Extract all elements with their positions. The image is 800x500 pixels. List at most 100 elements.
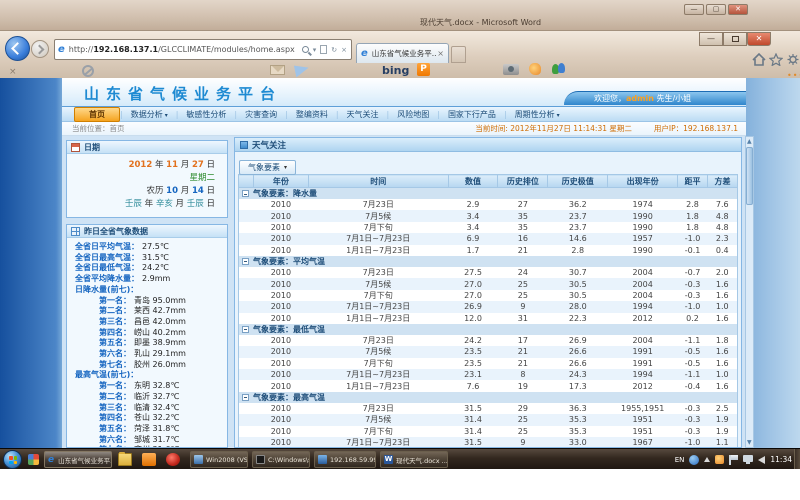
- player-icon[interactable]: P: [417, 63, 430, 76]
- nav-item-2[interactable]: 数据分析▾: [123, 108, 176, 121]
- stat-line: 全省日最低气温：24.2℃: [75, 263, 227, 274]
- table-cell: -0.1: [678, 245, 708, 256]
- table-cell: 31.5: [448, 437, 498, 448]
- close-sidebar-icon[interactable]: ×: [9, 67, 17, 77]
- stat-value: 31.5℃: [142, 253, 169, 262]
- rank-label: 第三名：: [99, 317, 131, 326]
- network-status-icon[interactable]: [743, 455, 753, 464]
- table-cell: 21: [498, 245, 548, 256]
- table-cell: [239, 437, 254, 448]
- close-icon[interactable]: ✕: [747, 32, 771, 46]
- table-cell: [239, 403, 254, 414]
- table-row: 20107月23日31.52936.31955,1951-0.32.5: [239, 403, 738, 414]
- weekday: 星期二: [67, 172, 215, 185]
- app-icon[interactable]: [142, 453, 156, 466]
- launcher-icon[interactable]: [28, 454, 39, 465]
- clock[interactable]: 11:34: [770, 455, 792, 464]
- search-icon[interactable]: [302, 46, 309, 53]
- nav-item-9[interactable]: 周期性分析▾: [507, 108, 568, 121]
- people-icon[interactable]: [552, 63, 565, 75]
- send-icon[interactable]: [294, 63, 310, 78]
- collapse-icon[interactable]: [242, 394, 249, 401]
- scroll-down-icon[interactable]: ▼: [747, 440, 752, 445]
- ranking-item: 第二名：临沂 32.7℃: [75, 392, 227, 403]
- language-indicator[interactable]: EN: [675, 456, 685, 464]
- table-cell: 2.8: [548, 245, 608, 256]
- taskbar-button[interactable]: 192.168.59.99...: [314, 451, 376, 468]
- bing-logo[interactable]: bing: [382, 64, 409, 77]
- collapse-icon[interactable]: [242, 258, 249, 265]
- date-panel-title: 日期: [84, 142, 100, 153]
- close-icon[interactable]: ✕: [728, 4, 748, 15]
- element-filter-button[interactable]: 气象要素▾: [239, 160, 296, 175]
- taskbar-button[interactable]: C:\Windows\s...: [252, 451, 310, 468]
- media-player-icon[interactable]: [166, 453, 180, 466]
- nav-item-5[interactable]: 整编资料: [288, 108, 336, 121]
- weather-table-head-row: 年份时间数值历史排位历史极值出现年份距平方差: [239, 175, 738, 188]
- taskbar-ie-button[interactable]: e 山东省气候业务平...: [44, 451, 112, 468]
- welcome-prefix: 欢迎您，: [594, 94, 626, 103]
- tray-app-icon[interactable]: [715, 455, 724, 464]
- table-cell: 3.4: [448, 222, 498, 233]
- table-cell: 1990: [608, 222, 678, 233]
- gear-icon[interactable]: [786, 53, 800, 66]
- compatibility-view-icon[interactable]: [320, 45, 327, 54]
- user-ip: 用户IP：192.168.137.1: [654, 124, 738, 133]
- show-hidden-icons-icon[interactable]: [704, 457, 710, 462]
- taskbar-button[interactable]: Win2008 (VS2...: [190, 451, 248, 468]
- show-desktop-button[interactable]: [794, 449, 800, 470]
- action-center-flag-icon[interactable]: [729, 455, 738, 465]
- vertical-scrollbar[interactable]: ▲ ▼: [745, 136, 754, 448]
- table-cell: 2010: [253, 369, 308, 380]
- taskbar-button[interactable]: W现代天气.docx ...: [380, 451, 448, 468]
- scroll-up-icon[interactable]: ▲: [747, 139, 752, 144]
- table-cell: [239, 233, 254, 244]
- nav-item-1[interactable]: 首页: [74, 107, 120, 122]
- ranking-item: 第一名：东明 32.8℃: [75, 381, 227, 392]
- welcome-suffix: 先生/小姐: [654, 94, 691, 103]
- ranking-item: 第六名：邹城 31.7℃: [75, 435, 227, 446]
- address-bar[interactable]: e http://192.168.137.1/GLCCLIMATE/module…: [54, 39, 352, 60]
- table-row: 20107月1日~7月23日31.5933.01967-1.01.1: [239, 437, 738, 448]
- minimize-icon[interactable]: —: [699, 32, 723, 46]
- start-button[interactable]: [3, 450, 22, 469]
- table-cell: 2.5: [708, 403, 738, 414]
- nav-item-7[interactable]: 风险地图: [389, 108, 437, 121]
- nav-item-4[interactable]: 灾害查询: [237, 108, 285, 121]
- mail-icon[interactable]: [270, 65, 285, 75]
- nav-item-6[interactable]: 天气关注: [339, 108, 387, 121]
- refresh-icon[interactable]: ↻: [331, 46, 337, 54]
- minimize-icon[interactable]: —: [684, 4, 704, 15]
- current-time: 当前时间: 2012年11月27日 11:14:31 星期二: [475, 124, 632, 133]
- table-cell: 1967: [608, 437, 678, 448]
- new-tab-button[interactable]: [451, 46, 466, 63]
- camera-icon[interactable]: [503, 64, 519, 75]
- table-cell: 24.3: [548, 369, 608, 380]
- table-row: 20101月1日~7月23日1.7212.81990-0.10.4: [239, 245, 738, 256]
- stop-icon[interactable]: ×: [341, 46, 347, 54]
- site-container: 山东省气候业务平台 欢迎您，admin 先生/小姐 首页|数据分析▾|敏感性分析…: [62, 78, 746, 448]
- scrollbar-thumb[interactable]: [746, 147, 753, 205]
- maximize-icon[interactable]: [723, 32, 747, 46]
- home-icon[interactable]: [752, 53, 766, 66]
- weather-panel-title: 昨日全省气象数据: [84, 226, 148, 237]
- browser-tab[interactable]: e 山东省气候业务平... ×: [356, 43, 449, 63]
- table-cell: [239, 301, 254, 312]
- star-icon[interactable]: [769, 53, 783, 66]
- collapse-icon[interactable]: [242, 190, 249, 197]
- nav-item-8[interactable]: 国家下行产品: [440, 108, 504, 121]
- forward-button[interactable]: [31, 40, 49, 58]
- table-cell: -0.3: [678, 403, 708, 414]
- paw-icon[interactable]: [529, 63, 541, 75]
- tab-close-icon[interactable]: ×: [437, 49, 444, 58]
- nav-item-3[interactable]: 敏感性分析: [178, 108, 234, 121]
- explorer-icon[interactable]: [118, 453, 132, 466]
- table-cell: 35.3: [548, 426, 608, 437]
- table-cell: 2010: [253, 335, 308, 346]
- collapse-icon[interactable]: [242, 326, 249, 333]
- volume-icon[interactable]: [758, 456, 765, 464]
- chevron-down-icon[interactable]: ▾: [313, 46, 317, 54]
- back-button[interactable]: [5, 36, 30, 61]
- network-globe-icon[interactable]: [689, 455, 699, 465]
- maximize-icon[interactable]: ▢: [706, 4, 726, 15]
